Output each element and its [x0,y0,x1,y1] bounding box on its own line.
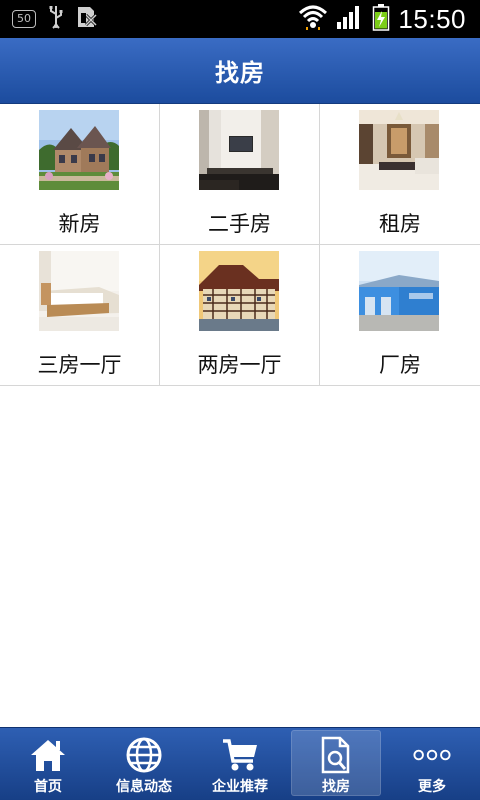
category-label: 三房一厅 [37,353,122,377]
nav-label: 找房 [322,779,350,795]
title-bar: 找房 [0,38,480,104]
category-two-bedroom[interactable]: 两房一厅 [160,245,320,386]
globe-icon [124,736,164,774]
page-title: 找房 [215,59,265,87]
category-label: 厂房 [379,353,421,377]
category-grid: 新房 二手房 租房 三房一厅 两房一厅 厂房 [0,104,480,386]
document-search-icon [316,736,356,774]
factory-photo [359,251,439,331]
category-label: 新房 [58,212,101,236]
house-exterior-photo [39,110,119,190]
more-dots-icon [412,736,452,774]
nav-news[interactable]: 信息动态 [96,728,192,800]
cart-icon [220,736,260,774]
status-bar: 50 15:50 [0,0,480,38]
nav-label: 更多 [418,779,446,795]
battery-charging-icon [372,3,390,35]
timber-house-photo [199,251,279,331]
category-label: 两房一厅 [197,353,282,377]
category-new-house[interactable]: 新房 [0,104,160,245]
bottom-nav: 首页 信息动态 企业推荐 找房 更多 [0,727,480,800]
category-three-bedroom[interactable]: 三房一厅 [0,245,160,386]
interior-photo [359,110,439,190]
status-right: 15:50 [298,4,466,34]
nav-home[interactable]: 首页 [0,728,96,800]
wifi-icon [298,3,328,35]
nav-label: 信息动态 [116,779,172,795]
status-left: 50 [12,6,98,32]
signal-icon [336,4,364,34]
category-label: 租房 [379,212,421,236]
sim-card-icon [76,5,98,33]
bedroom-photo [39,251,119,331]
nav-find-house[interactable]: 找房 [288,728,384,800]
clock: 15:50 [398,3,466,34]
category-rental[interactable]: 租房 [320,104,480,245]
category-factory[interactable]: 厂房 [320,245,480,386]
category-second-hand[interactable]: 二手房 [160,104,320,245]
nav-label: 企业推荐 [212,779,268,795]
living-room-photo [199,110,279,190]
nav-recommend[interactable]: 企业推荐 [192,728,288,800]
nav-label: 首页 [34,779,62,795]
home-icon [28,736,68,774]
category-label: 二手房 [208,212,271,236]
screen: 50 15:50 找房 新房 二手房 租房 三房一厅 两房一厅 厂房 首页 信息… [0,0,480,800]
usb-icon [48,5,64,33]
nav-more[interactable]: 更多 [384,728,480,800]
notification-badge: 50 [12,10,36,28]
